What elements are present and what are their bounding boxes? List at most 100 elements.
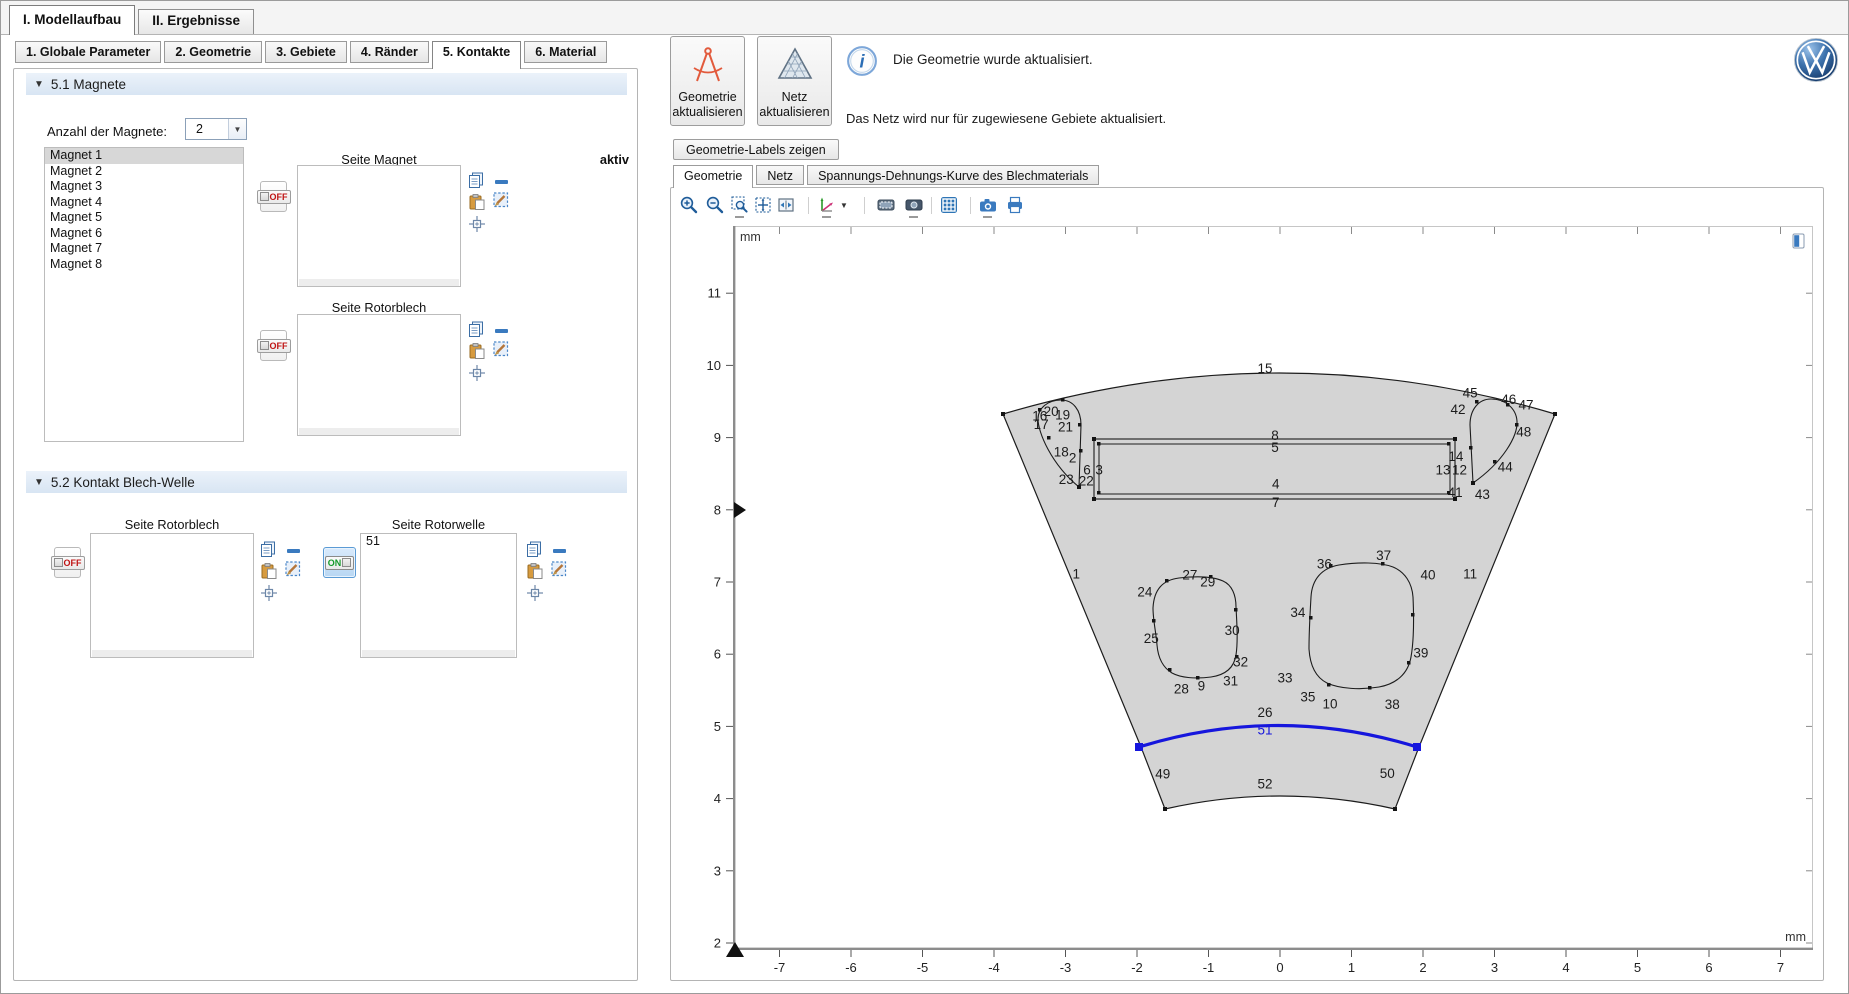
window-tab[interactable]: I. Modellaufbau xyxy=(9,5,135,35)
horizontal-scrollbar[interactable] xyxy=(92,650,252,657)
window-tab-strip xyxy=(1,1,1849,35)
magnet-list[interactable]: Magnet 1Magnet 2Magnet 3Magnet 4Magnet 5… xyxy=(44,147,244,442)
zoom-to-selection-icon[interactable] xyxy=(469,216,485,232)
zoom-out-icon[interactable] xyxy=(706,196,724,214)
magnet-list-item[interactable]: Magnet 3 xyxy=(45,179,243,195)
svg-text:42: 42 xyxy=(1451,402,1466,417)
zoom-in-icon[interactable] xyxy=(680,196,698,214)
image-copy-icon[interactable] xyxy=(877,196,895,214)
zoom-to-selection-icon[interactable] xyxy=(469,365,485,381)
horizontal-scrollbar[interactable] xyxy=(299,279,459,286)
axis-orientation-icon[interactable] xyxy=(818,196,836,214)
show-geometry-labels-button[interactable]: Geometrie-Labels zeigen xyxy=(673,139,839,160)
paste-icon[interactable] xyxy=(469,194,485,210)
snapshot-icon[interactable] xyxy=(979,196,997,214)
model-step-tab[interactable]: 2. Geometrie xyxy=(164,41,262,63)
zoom-extents-icon[interactable] xyxy=(754,196,772,214)
zoom-box-icon[interactable] xyxy=(731,196,749,214)
side-magnet-selection-box[interactable] xyxy=(297,165,461,287)
model-step-tab[interactable]: 6. Material xyxy=(524,41,607,63)
svg-text:9: 9 xyxy=(714,430,721,445)
clear-selection-icon[interactable] xyxy=(493,341,509,357)
toggle-state-label: OFF xyxy=(270,192,288,202)
magnet-list-item[interactable]: Magnet 8 xyxy=(45,257,243,273)
contact-edge-vertex xyxy=(1413,743,1421,751)
window-tab[interactable]: II. Ergebnisse xyxy=(138,9,254,34)
side-magnet-toggle[interactable]: OFF xyxy=(260,181,287,212)
section-header-magnete[interactable]: ▼ 5.1 Magnete xyxy=(26,73,627,95)
clear-selection-icon[interactable] xyxy=(493,192,509,208)
paste-icon[interactable] xyxy=(469,343,485,359)
magnet-count-select[interactable]: 2 ▼ xyxy=(185,118,247,140)
button-label: Geometrie aktualisieren xyxy=(671,90,744,120)
plot-properties-icon[interactable] xyxy=(1792,233,1805,249)
magnet-list-item[interactable]: Magnet 2 xyxy=(45,164,243,180)
update-mesh-button[interactable]: Netz aktualisieren xyxy=(757,36,832,126)
grid-icon[interactable] xyxy=(940,196,958,214)
toggle-state-label: OFF xyxy=(270,341,288,351)
svg-text:31: 31 xyxy=(1223,673,1238,688)
remove-icon[interactable] xyxy=(494,174,510,190)
copy-icon[interactable] xyxy=(260,541,276,557)
graphics-view-tab[interactable]: Netz xyxy=(756,165,804,185)
svg-text:52: 52 xyxy=(1257,777,1272,792)
graphics-view-tab[interactable]: Geometrie xyxy=(673,165,753,188)
zoom-to-selection-icon[interactable] xyxy=(527,585,543,601)
fit-view-icon[interactable] xyxy=(777,196,795,214)
side-rotorblech-selection-box[interactable] xyxy=(297,314,461,436)
copy-icon[interactable] xyxy=(468,321,484,337)
model-step-tab[interactable]: 4. Ränder xyxy=(350,41,429,63)
kontakt-rotorblech-selection-box[interactable] xyxy=(90,533,254,658)
magnet-list-item[interactable]: Magnet 5 xyxy=(45,210,243,226)
geometry-plot-canvas[interactable]: -7-6-5-4-3-2-101234567234567891011 mm mm xyxy=(733,226,1813,986)
model-step-tab[interactable]: 5. Kontakte xyxy=(432,41,521,69)
section-header-kontakt[interactable]: ▼ 5.2 Kontakt Blech-Welle xyxy=(26,471,627,493)
magnet-list-item[interactable]: Magnet 1 xyxy=(45,148,243,164)
zoom-to-selection-icon[interactable] xyxy=(261,585,277,601)
graphics-view-tab[interactable]: Spannungs-Dehnungs-Kurve des Blechmateri… xyxy=(807,165,1099,185)
print-icon[interactable] xyxy=(1006,196,1024,214)
magnet-list-item[interactable]: Magnet 4 xyxy=(45,195,243,211)
svg-text:37: 37 xyxy=(1376,548,1391,563)
svg-text:3: 3 xyxy=(714,863,721,878)
svg-text:-3: -3 xyxy=(1060,960,1072,975)
section-title: 5.1 Magnete xyxy=(51,77,126,92)
horizontal-scrollbar[interactable] xyxy=(299,428,459,435)
selection-list-item[interactable]: 51 xyxy=(361,534,516,550)
svg-text:20: 20 xyxy=(1044,404,1059,419)
clear-selection-icon[interactable] xyxy=(551,561,567,577)
magnet-list-item[interactable]: Magnet 7 xyxy=(45,241,243,257)
svg-text:26: 26 xyxy=(1257,705,1272,720)
svg-text:7: 7 xyxy=(1272,495,1280,510)
svg-text:49: 49 xyxy=(1155,767,1170,782)
svg-text:51: 51 xyxy=(1257,723,1272,738)
copy-icon[interactable] xyxy=(526,541,542,557)
unit-label-top: mm xyxy=(740,230,761,244)
horizontal-scrollbar[interactable] xyxy=(362,650,515,657)
kontakt-rotorwelle-toggle[interactable]: ON xyxy=(323,547,356,578)
info-icon xyxy=(846,45,878,77)
paste-icon[interactable] xyxy=(527,563,543,579)
clear-selection-icon[interactable] xyxy=(285,561,301,577)
svg-text:40: 40 xyxy=(1420,567,1435,582)
update-geometry-button[interactable]: Geometrie aktualisieren xyxy=(670,36,745,126)
svg-text:41: 41 xyxy=(1448,485,1463,500)
copy-icon[interactable] xyxy=(468,172,484,188)
dropdown-caret-icon[interactable]: ▼ xyxy=(840,201,848,210)
svg-text:11: 11 xyxy=(1463,567,1477,582)
side-rotorblech-icon-group xyxy=(466,319,512,383)
remove-icon[interactable] xyxy=(494,323,510,339)
toggle-knob xyxy=(342,558,351,567)
svg-text:4: 4 xyxy=(1272,476,1280,491)
remove-icon[interactable] xyxy=(552,543,568,559)
svg-text:10: 10 xyxy=(1323,697,1338,712)
model-step-tab[interactable]: 3. Gebiete xyxy=(265,41,347,63)
side-rotorblech-toggle[interactable]: OFF xyxy=(260,330,287,361)
kontakt-rotorblech-toggle[interactable]: OFF xyxy=(54,547,81,578)
kontakt-rotorwelle-selection-box[interactable]: 51 xyxy=(360,533,517,658)
model-step-tab[interactable]: 1. Globale Parameter xyxy=(15,41,161,63)
remove-icon[interactable] xyxy=(286,543,302,559)
paste-icon[interactable] xyxy=(261,563,277,579)
magnet-list-item[interactable]: Magnet 6 xyxy=(45,226,243,242)
image-export-icon[interactable] xyxy=(905,196,923,214)
